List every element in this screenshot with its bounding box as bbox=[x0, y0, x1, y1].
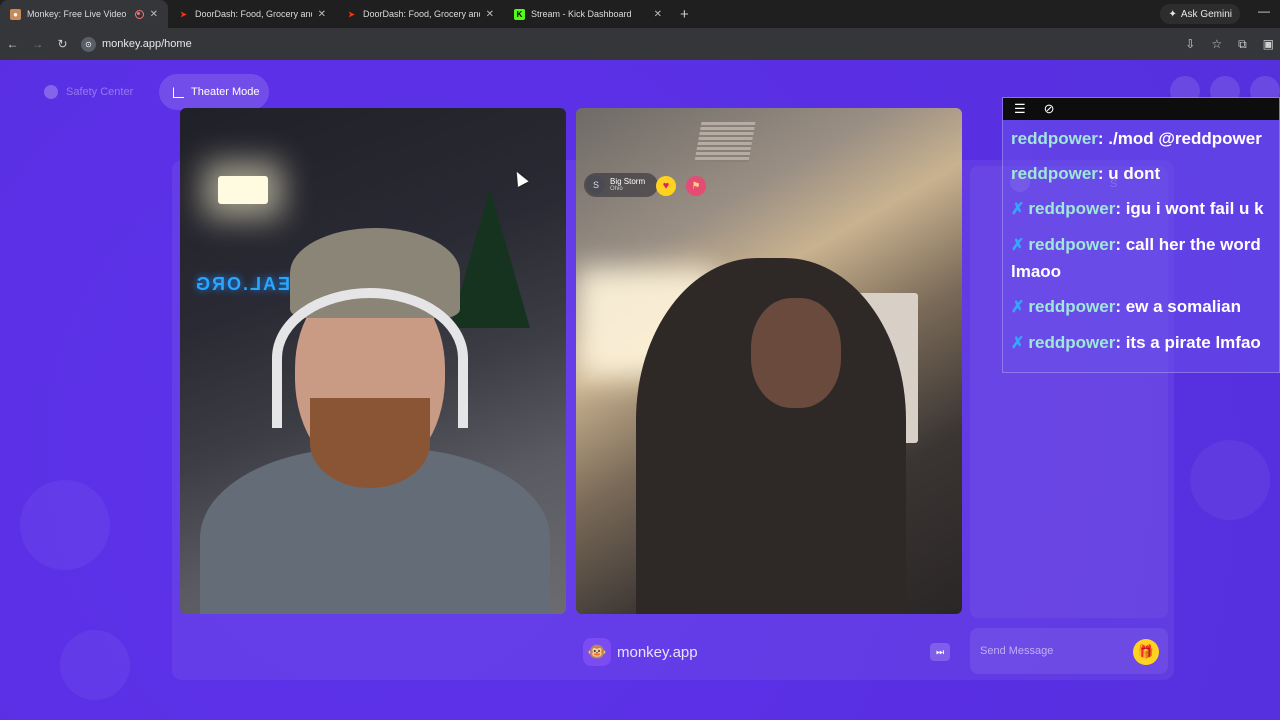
neon-sign: TEAL.ORG bbox=[194, 274, 303, 294]
tab-doordash-2[interactable]: ➤ DoorDash: Food, Grocery and F ✕ bbox=[336, 0, 504, 28]
ask-gemini-button[interactable]: ✦ Ask Gemini bbox=[1160, 4, 1240, 24]
background-decoration bbox=[1190, 440, 1270, 520]
tab-title: DoorDash: Food, Grocery and F bbox=[363, 9, 480, 19]
url-text: monkey.app/home bbox=[102, 38, 192, 50]
minimize-window-icon[interactable]: — bbox=[1258, 4, 1270, 18]
chat-text: u dont bbox=[1103, 164, 1161, 183]
remote-person-face bbox=[751, 298, 841, 408]
tab-doordash-1[interactable]: ➤ DoorDash: Food, Grocery and F ✕ bbox=[168, 0, 336, 28]
remote-user-chip[interactable]: S Big Storm Ohio bbox=[584, 173, 658, 197]
christmas-tree bbox=[450, 188, 530, 328]
new-tab-button[interactable]: + bbox=[680, 6, 689, 23]
gift-icon[interactable]: 🎁 bbox=[1133, 639, 1159, 665]
doordash-favicon-icon: ➤ bbox=[348, 9, 355, 19]
stream-chat-overlay: ☰ ⊘ reddpower: ./mod @reddpower reddpowe… bbox=[1002, 97, 1280, 373]
chat-message: reddpower: u dont bbox=[1011, 164, 1161, 183]
expand-icon bbox=[173, 86, 184, 98]
reload-icon[interactable]: ↻ bbox=[50, 37, 75, 51]
theater-mode-button[interactable]: Theater Mode bbox=[159, 74, 269, 110]
forward-arrow-icon[interactable]: → bbox=[25, 37, 50, 51]
close-tab-icon[interactable]: ✕ bbox=[150, 9, 158, 20]
user-location: Ohio bbox=[610, 186, 623, 192]
chat-message: ✗ reddpower: ew a somalian bbox=[1011, 297, 1241, 316]
background-decoration bbox=[20, 480, 110, 570]
chat-text: ./mod @reddpower bbox=[1103, 129, 1262, 148]
monkey-favicon-icon: ● bbox=[10, 8, 21, 20]
chat-text: ew a somalian bbox=[1120, 297, 1241, 316]
ceiling-vent bbox=[694, 122, 756, 162]
ask-gemini-label: Ask Gemini bbox=[1180, 8, 1232, 20]
chat-username: reddpower bbox=[1028, 235, 1116, 254]
brand-text: monkey.app bbox=[617, 643, 698, 661]
chat-username: reddpower bbox=[1011, 164, 1098, 183]
tab-title: Monkey: Free Live Video Ch bbox=[27, 9, 129, 19]
user-name: Big Storm bbox=[610, 177, 646, 186]
tab-title: Stream - Kick Dashboard bbox=[531, 9, 632, 19]
safety-center-label: Safety Center bbox=[66, 86, 134, 98]
back-arrow-icon[interactable]: ← bbox=[0, 37, 25, 51]
local-video: TEAL.ORG bbox=[180, 108, 566, 614]
browser-tab-bar: ● Monkey: Free Live Video Ch ✕ ➤ DoorDas… bbox=[0, 0, 1280, 28]
recording-icon bbox=[134, 9, 144, 19]
site-info-icon[interactable]: ⊙ bbox=[81, 36, 96, 52]
sword-badge-icon: ✗ bbox=[1011, 237, 1025, 254]
url-field[interactable]: ⊙ monkey.app/home bbox=[81, 36, 192, 52]
lamp-light bbox=[218, 176, 268, 204]
overlay-toolbar: ☰ ⊘ bbox=[1003, 98, 1279, 120]
browser-address-bar: ← → ↻ ⊙ monkey.app/home ⇩ ☆ ⧉ ▣ bbox=[0, 28, 1280, 60]
extensions-icon[interactable]: ⧉ bbox=[1238, 37, 1247, 52]
close-tab-icon[interactable]: ✕ bbox=[654, 9, 662, 20]
doordash-favicon-icon: ➤ bbox=[180, 9, 187, 19]
chat-text: igu i wont fail u k bbox=[1120, 199, 1264, 218]
sword-badge-icon: ✗ bbox=[1011, 299, 1025, 316]
hide-icon[interactable]: ⊘ bbox=[1044, 101, 1055, 117]
chat-message: ✗ reddpower: call her the word lmaoo bbox=[1011, 235, 1261, 281]
chat-username: reddpower bbox=[1011, 129, 1098, 148]
theater-mode-label: Theater Mode bbox=[191, 86, 260, 98]
chat-message: reddpower: ./mod @reddpower bbox=[1011, 129, 1262, 148]
kick-favicon-icon: K bbox=[514, 8, 525, 20]
close-tab-icon[interactable]: ✕ bbox=[318, 9, 326, 20]
gemini-sparkle-icon: ✦ bbox=[1168, 8, 1177, 20]
send-message-input[interactable] bbox=[980, 645, 1120, 657]
tab-title: DoorDash: Food, Grocery and F bbox=[195, 9, 312, 19]
chat-message: ✗ reddpower: its a pirate lmfao bbox=[1011, 333, 1261, 352]
bookmark-star-icon[interactable]: ☆ bbox=[1211, 37, 1222, 51]
monkey-logo-icon: 🐵 bbox=[583, 638, 611, 666]
chat-username: reddpower bbox=[1028, 199, 1116, 218]
chat-username: reddpower bbox=[1028, 333, 1116, 352]
user-avatar: S bbox=[587, 176, 605, 194]
chat-messages: reddpower: ./mod @reddpower reddpower: u… bbox=[1003, 120, 1279, 357]
shield-icon bbox=[44, 85, 58, 99]
tab-kick[interactable]: K Stream - Kick Dashboard ✕ bbox=[504, 0, 672, 28]
monkey-watermark: 🐵 monkey.app bbox=[583, 638, 698, 666]
safety-center-link[interactable]: Safety Center bbox=[44, 80, 133, 104]
chat-message: ✗ reddpower: igu i wont fail u k bbox=[1011, 199, 1264, 218]
side-panel-icon[interactable]: ▣ bbox=[1263, 37, 1274, 51]
install-app-icon[interactable]: ⇩ bbox=[1185, 37, 1195, 51]
heart-icon[interactable]: ♥ bbox=[656, 176, 676, 196]
chat-username: reddpower bbox=[1028, 297, 1116, 316]
close-tab-icon[interactable]: ✕ bbox=[486, 9, 494, 20]
tab-monkey[interactable]: ● Monkey: Free Live Video Ch ✕ bbox=[0, 0, 168, 28]
menu-icon[interactable]: ☰ bbox=[1014, 101, 1026, 117]
skip-forward-icon[interactable]: ⏭ bbox=[930, 643, 950, 661]
sword-badge-icon: ✗ bbox=[1011, 201, 1025, 218]
headphones bbox=[272, 288, 468, 428]
chat-text: its a pirate lmfao bbox=[1120, 333, 1261, 352]
flag-icon[interactable]: ⚑ bbox=[686, 176, 706, 196]
sword-badge-icon: ✗ bbox=[1011, 335, 1025, 352]
background-decoration bbox=[60, 630, 130, 700]
